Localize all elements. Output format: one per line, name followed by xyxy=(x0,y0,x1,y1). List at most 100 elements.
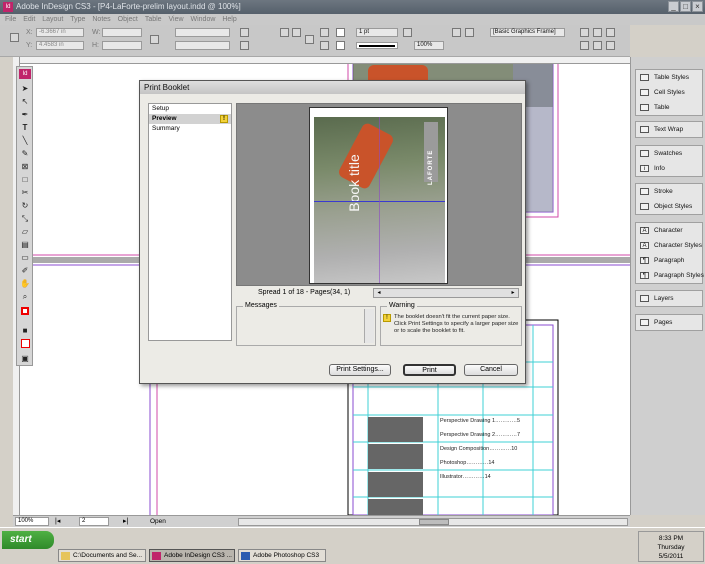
minimize-icon[interactable]: _ xyxy=(668,1,679,12)
menu-view[interactable]: View xyxy=(169,16,184,23)
panel-object-styles[interactable]: Object Styles xyxy=(636,199,702,214)
pencil-tool-icon[interactable]: ✎ xyxy=(19,148,31,160)
flip-icon[interactable] xyxy=(305,35,314,44)
distribute-center-icon[interactable] xyxy=(593,41,602,50)
rotate-ccw-icon[interactable] xyxy=(292,28,301,37)
print-settings-button[interactable]: Print Settings... xyxy=(329,364,391,376)
panel-pages[interactable]: Pages xyxy=(636,315,702,330)
scroll-thumb[interactable] xyxy=(419,519,449,525)
page-number-field[interactable]: 2 xyxy=(79,517,109,526)
rotate-icon[interactable] xyxy=(240,28,249,37)
direct-selection-tool-icon[interactable]: ↖ xyxy=(19,96,31,108)
rectangle-frame-tool-icon[interactable]: ⊠ xyxy=(19,161,31,173)
messages-scrollbar[interactable] xyxy=(364,309,374,343)
object-style-select[interactable]: [Basic Graphics Frame] xyxy=(490,28,565,37)
pen-tool-icon[interactable]: ✒ xyxy=(19,109,31,121)
horizontal-ruler[interactable] xyxy=(13,57,630,64)
task-photoshop[interactable]: Adobe Photoshop CS3 xyxy=(238,549,326,562)
height-field[interactable] xyxy=(102,41,142,50)
align-right-icon[interactable] xyxy=(606,28,615,37)
distribute-left-icon[interactable] xyxy=(580,41,589,50)
panel-character[interactable]: A Character xyxy=(636,223,702,238)
panel-stroke[interactable]: Stroke xyxy=(636,184,702,199)
line-tool-icon[interactable]: ╲ xyxy=(19,135,31,147)
menu-window[interactable]: Window xyxy=(191,16,216,23)
spread-scrollbar[interactable]: ◂ ▸ xyxy=(373,288,519,298)
stroke-weight-field[interactable]: 1 pt xyxy=(356,28,398,37)
menu-type[interactable]: Type xyxy=(70,16,85,23)
scroll-right-icon[interactable]: ▸ xyxy=(509,289,517,297)
x-position-field[interactable]: -6.3667 in xyxy=(36,28,84,37)
menu-layout[interactable]: Layout xyxy=(42,16,63,23)
fill-icon[interactable] xyxy=(336,28,345,37)
menu-table[interactable]: Table xyxy=(145,16,162,23)
constrain-proportions-icon[interactable] xyxy=(150,35,159,44)
print-button[interactable]: Print xyxy=(403,364,456,376)
step-preview[interactable]: Preview! xyxy=(149,114,231,124)
scale-x-field[interactable] xyxy=(175,28,230,37)
stroke-type-select[interactable] xyxy=(356,42,398,49)
normal-view-icon[interactable]: ▣ xyxy=(19,353,31,365)
start-button[interactable]: start xyxy=(2,531,54,549)
note-tool-icon[interactable]: ▭ xyxy=(19,252,31,264)
panel-table-styles[interactable]: Table Styles xyxy=(636,70,702,85)
toc-line: Design Composition…………10 xyxy=(440,446,518,452)
gradient-tool-icon[interactable]: ▤ xyxy=(19,239,31,251)
panel-paragraph-styles[interactable]: ¶ Paragraph Styles xyxy=(636,268,704,283)
menu-notes[interactable]: Notes xyxy=(92,16,110,23)
selection-tool-icon[interactable]: ➤ xyxy=(19,83,31,95)
shear-tool-icon[interactable]: ▱ xyxy=(19,226,31,238)
panel-cell-styles[interactable]: Cell Styles xyxy=(636,85,702,100)
panel-paragraph[interactable]: ¶ Paragraph xyxy=(636,253,702,268)
stroke-color-icon[interactable] xyxy=(336,41,345,50)
select-content-icon[interactable] xyxy=(320,41,329,50)
panel-info[interactable]: i Info xyxy=(636,161,702,176)
hand-tool-icon[interactable]: ✋ xyxy=(19,278,31,290)
first-page-icon[interactable]: |◂ xyxy=(55,517,63,526)
next-page-icon[interactable]: ▸| xyxy=(123,517,131,526)
panel-text-wrap[interactable]: Text Wrap xyxy=(636,122,702,137)
horizontal-scrollbar[interactable] xyxy=(238,518,628,526)
rectangle-tool-icon[interactable]: □ xyxy=(19,174,31,186)
opacity-icon[interactable] xyxy=(403,28,412,37)
step-setup[interactable]: Setup xyxy=(149,104,231,114)
type-tool-icon[interactable]: T xyxy=(19,122,31,134)
menu-file[interactable]: File xyxy=(5,16,16,23)
apply-none-icon[interactable] xyxy=(19,339,31,351)
reference-point-icon[interactable] xyxy=(10,33,19,42)
align-center-icon[interactable] xyxy=(593,28,602,37)
scale-tool-icon[interactable]: ⤡ xyxy=(19,213,31,225)
panel-table[interactable]: Table xyxy=(636,100,702,115)
panel-character-styles[interactable]: A Character Styles xyxy=(636,238,702,253)
menu-object[interactable]: Object xyxy=(118,16,138,23)
zoom-tool-icon[interactable]: ⌕ xyxy=(19,291,31,303)
apply-color-icon[interactable]: ■ xyxy=(19,325,31,337)
zoom-field[interactable]: 100% xyxy=(414,41,444,50)
fill-stroke-swatch-icon[interactable] xyxy=(19,307,31,319)
rotate-cw-icon[interactable] xyxy=(280,28,289,37)
step-summary[interactable]: Summary xyxy=(149,124,231,134)
distribute-right-icon[interactable] xyxy=(606,41,615,50)
maximize-icon[interactable]: □ xyxy=(680,1,691,12)
width-field[interactable] xyxy=(102,28,142,37)
scissors-tool-icon[interactable]: ✂ xyxy=(19,187,31,199)
menu-help[interactable]: Help xyxy=(222,16,236,23)
scroll-left-icon[interactable]: ◂ xyxy=(375,289,383,297)
feather-icon[interactable] xyxy=(465,28,474,37)
close-icon[interactable]: × xyxy=(692,1,703,12)
shadow-icon[interactable] xyxy=(452,28,461,37)
y-position-field[interactable]: 4.4583 in xyxy=(36,41,84,50)
align-left-icon[interactable] xyxy=(580,28,589,37)
rotate-tool-icon[interactable]: ↻ xyxy=(19,200,31,212)
eyedropper-tool-icon[interactable]: ✐ xyxy=(19,265,31,277)
shear-icon[interactable] xyxy=(240,41,249,50)
menu-edit[interactable]: Edit xyxy=(23,16,35,23)
zoom-level-field[interactable]: 100% xyxy=(15,517,49,526)
panel-swatches[interactable]: Swatches xyxy=(636,146,702,161)
scale-y-field[interactable] xyxy=(175,41,230,50)
task-indesign[interactable]: Adobe InDesign CS3 ... xyxy=(149,549,235,562)
select-container-icon[interactable] xyxy=(320,28,329,37)
cancel-button[interactable]: Cancel xyxy=(464,364,518,376)
panel-layers[interactable]: Layers xyxy=(636,291,702,306)
task-explorer[interactable]: C:\Documents and Se... xyxy=(58,549,146,562)
